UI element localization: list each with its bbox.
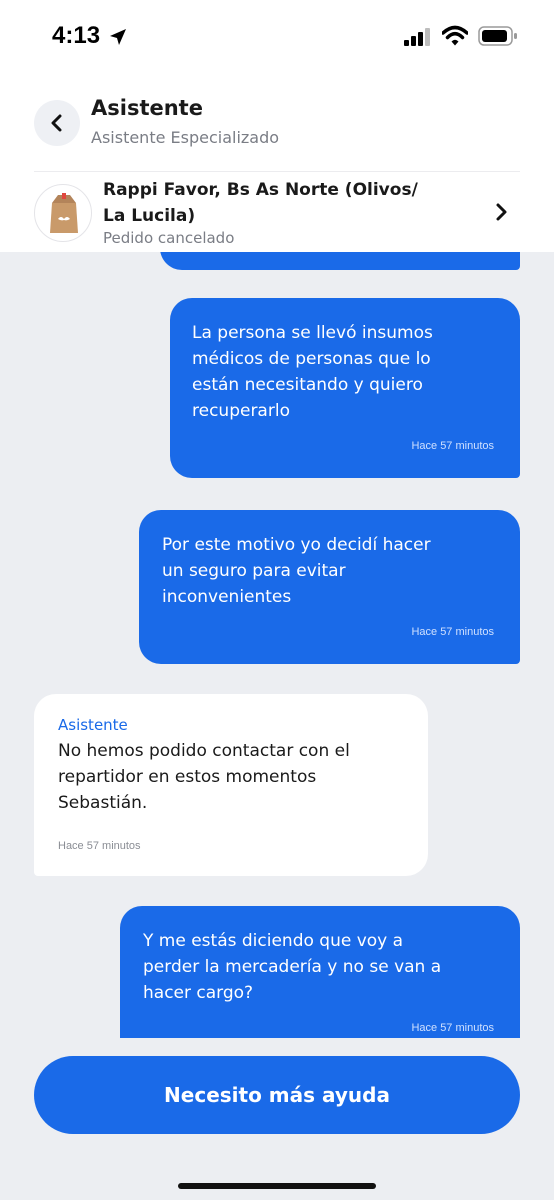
previous-message-bubble	[160, 252, 520, 270]
message-line: La persona se llevó insumos	[192, 323, 433, 343]
message-timestamp: Hace 57 minutos	[411, 1022, 494, 1034]
message-line: recuperarlo	[192, 401, 290, 421]
page-subtitle: Asistente Especializado	[91, 128, 280, 147]
message-line: hacer cargo?	[143, 983, 254, 1003]
bottom-bar: Necesito más ayuda	[0, 1038, 554, 1200]
message-bubble-outgoing: Y me estás diciendo que voy a perder la …	[120, 906, 520, 1038]
order-avatar	[34, 184, 92, 242]
status-bar: 4:13	[0, 0, 554, 78]
message-timestamp: Hace 57 minutos	[411, 626, 494, 638]
home-indicator[interactable]	[178, 1183, 376, 1189]
message-bubble-outgoing: Por este motivo yo decidí hacer un segur…	[139, 510, 520, 664]
paper-bag-icon	[50, 193, 78, 233]
chat-messages[interactable]: La persona se llevó insumos médicos de p…	[0, 252, 554, 1038]
message-line: repartidor en estos momentos	[58, 767, 317, 787]
location-arrow-icon	[110, 29, 126, 45]
message-bubble-incoming: Asistente No hemos podido contactar con …	[34, 694, 428, 876]
message-line: Sebastián.	[58, 793, 148, 813]
message-line: un seguro para evitar	[162, 561, 346, 581]
order-status: Pedido cancelado	[103, 229, 235, 247]
message-line: perder la mercadería y no se van a	[143, 957, 442, 977]
need-help-button[interactable]: Necesito más ayuda	[34, 1056, 520, 1134]
chevron-right-icon[interactable]	[494, 202, 510, 222]
battery-icon	[478, 26, 517, 46]
message-line: Por este motivo yo decidí hacer	[162, 535, 431, 555]
message-line: inconvenientes	[162, 587, 292, 607]
message-line: médicos de personas que lo	[192, 349, 431, 369]
order-title: Rappi Favor, Bs As Norte (Olivos/ La Luc…	[103, 180, 418, 226]
message-line: están necesitando y quiero	[192, 375, 423, 395]
message-timestamp: Hace 57 minutos	[411, 440, 494, 452]
message-timestamp: Hace 57 minutos	[58, 840, 141, 852]
message-line: Y me estás diciendo que voy a	[143, 931, 404, 951]
message-line: No hemos podido contactar con el	[58, 741, 350, 761]
message-bubble-outgoing: La persona se llevó insumos médicos de p…	[170, 298, 520, 478]
chat-header: Asistente Asistente Especializado	[0, 78, 554, 170]
back-button[interactable]	[34, 100, 80, 146]
page-title: Asistente	[91, 96, 203, 120]
cellular-signal-icon	[404, 28, 430, 46]
wifi-icon	[442, 25, 468, 46]
chevron-left-icon	[51, 114, 62, 132]
order-card[interactable]: Rappi Favor, Bs As Norte (Olivos/ La Luc…	[0, 172, 554, 252]
message-sender: Asistente	[58, 716, 128, 734]
status-time: 4:13	[52, 22, 101, 49]
